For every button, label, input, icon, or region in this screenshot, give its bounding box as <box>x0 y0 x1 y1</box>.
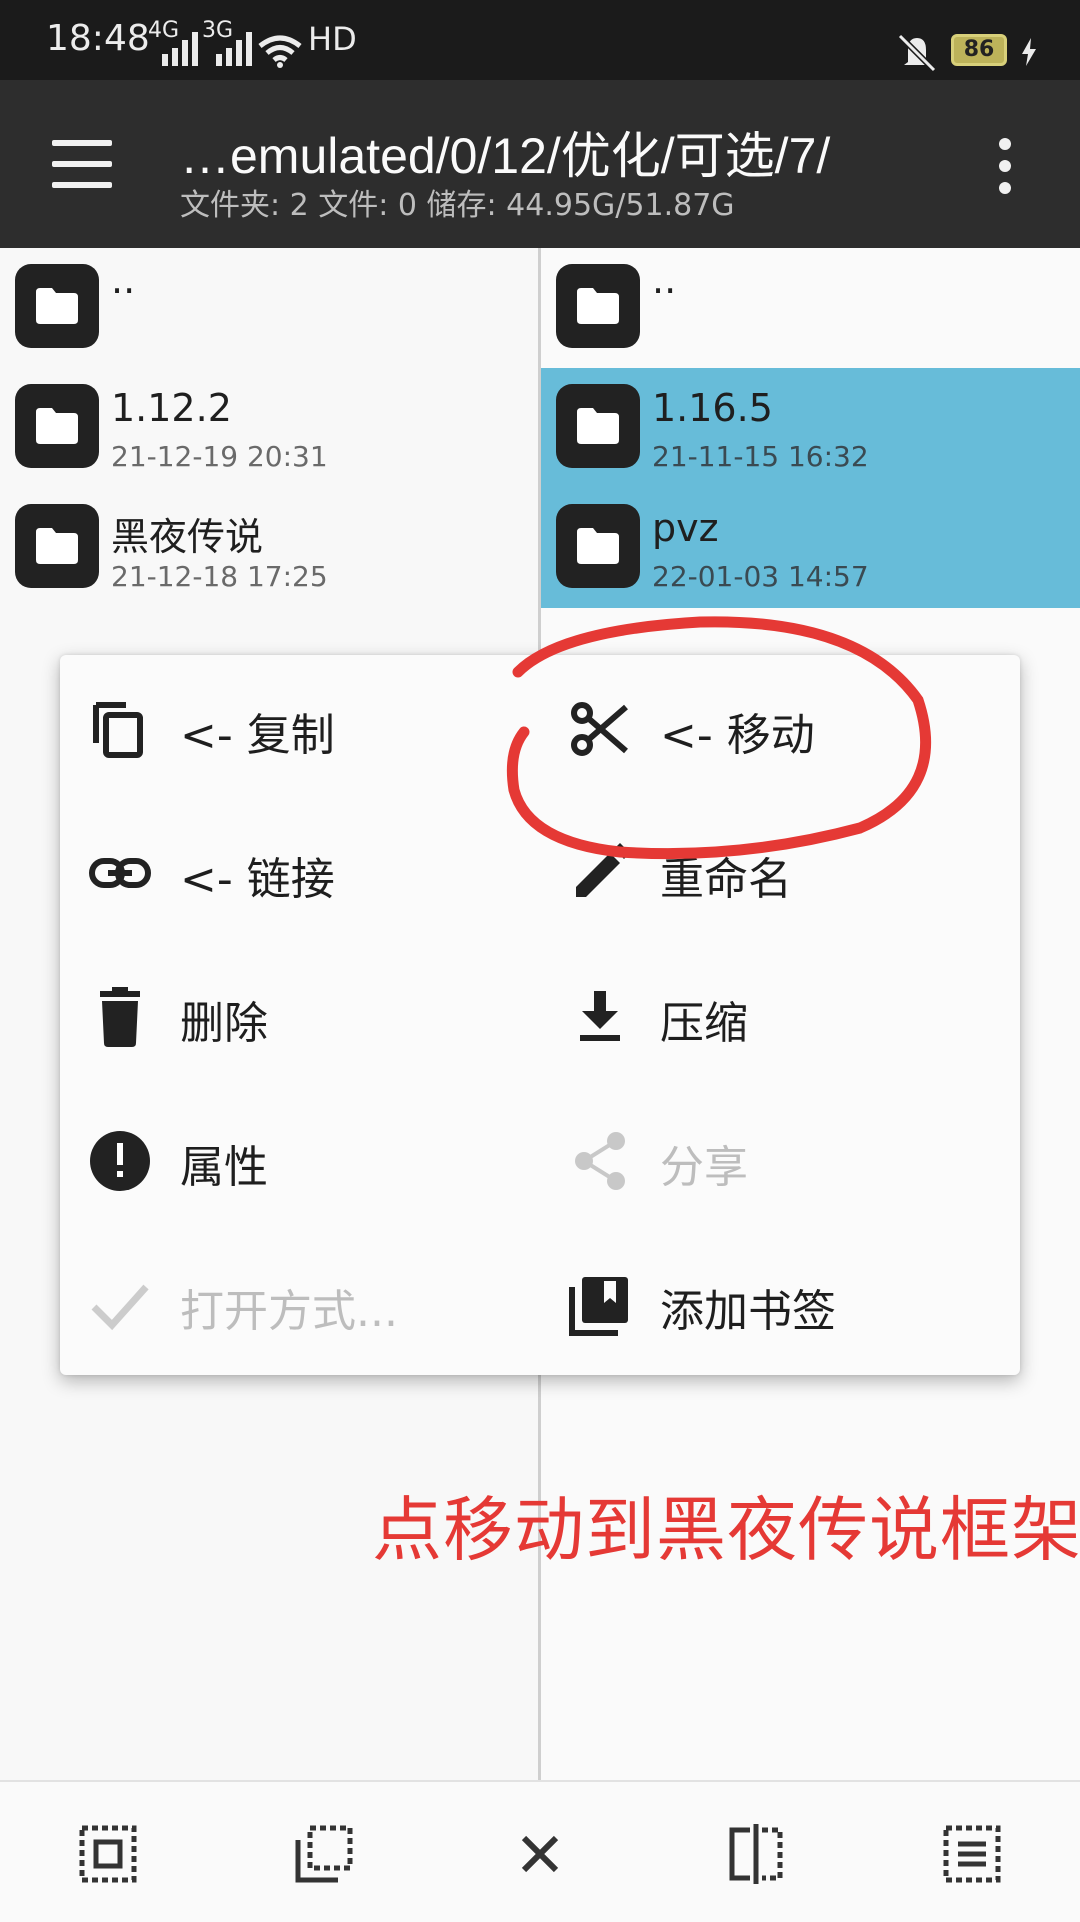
close-icon[interactable] <box>510 1824 570 1884</box>
select-all-icon[interactable] <box>78 1824 138 1884</box>
annotation-circle <box>506 616 932 860</box>
list-view-icon[interactable] <box>942 1824 1002 1884</box>
split-view-icon[interactable] <box>726 1824 786 1884</box>
bottom-action-bar <box>0 1780 1080 1922</box>
select-inverse-icon[interactable] <box>294 1824 354 1884</box>
annotation-text: 点移动到黑夜传说框架 <box>372 1489 1080 1571</box>
